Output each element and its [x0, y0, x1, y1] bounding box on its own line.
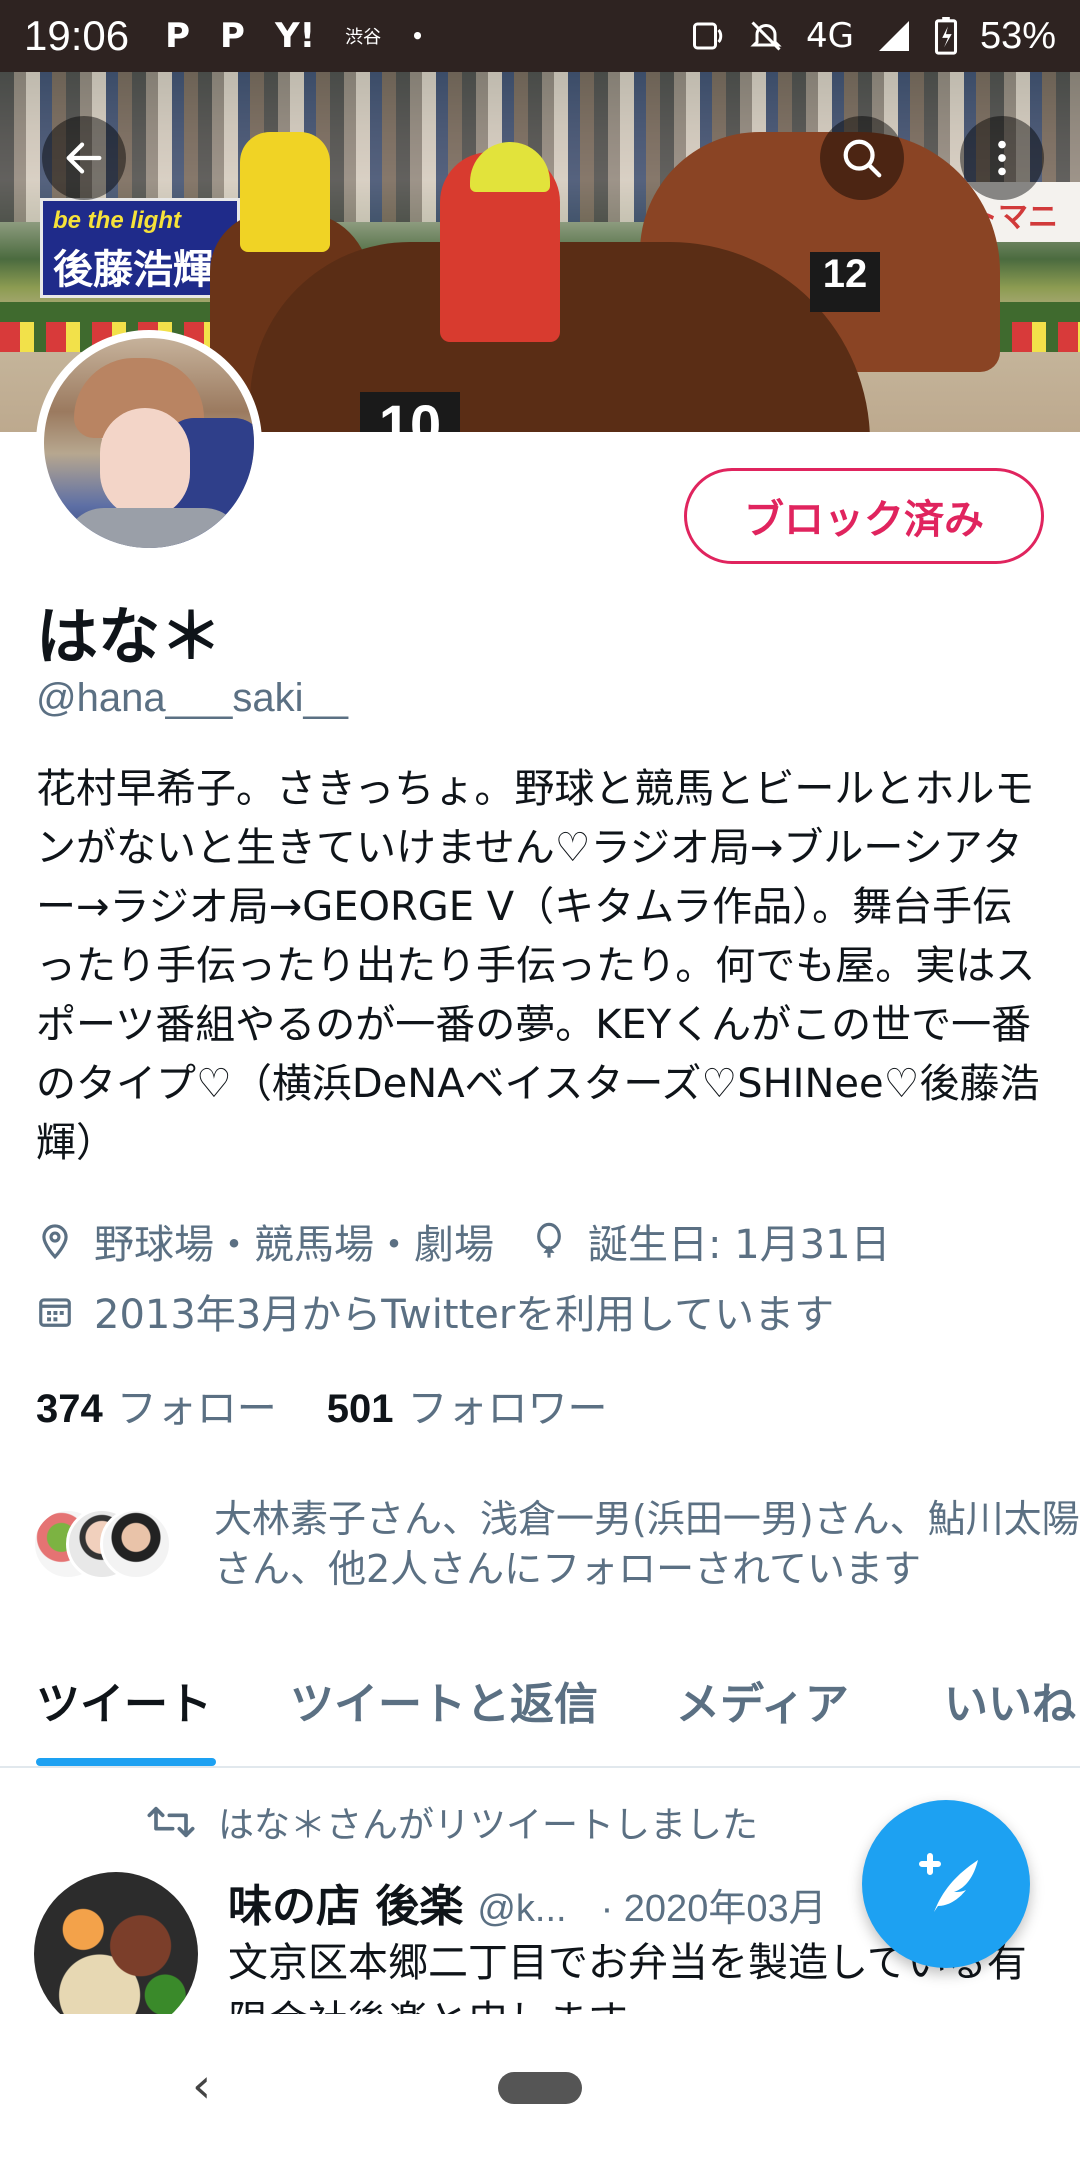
- paypay-notification-icon-2: P: [220, 16, 245, 56]
- arrow-left-icon: [66, 142, 102, 174]
- profile-joined: 2013年3月からTwitterを利用しています: [94, 1292, 835, 1338]
- banner-jockey-yellow: [240, 132, 330, 252]
- search-icon: [843, 139, 882, 178]
- back-button[interactable]: [42, 116, 126, 200]
- balloon-icon: [537, 1222, 561, 1258]
- display-name: はな＊: [36, 600, 223, 673]
- retweet-icon: [147, 1806, 195, 1838]
- network-type: 4G: [805, 16, 854, 56]
- followers-link[interactable]: 501 フォロワー: [327, 1376, 608, 1434]
- paypay-notification-icon: P: [165, 16, 191, 56]
- profile-joined-row: 2013年3月からTwitterを利用しています: [36, 1282, 834, 1340]
- profile-bio: 花村早希子。さきっちょ。野球と競馬とビールとホルモンがないと生きていけません♡ラ…: [36, 766, 1040, 1166]
- tweet-author-handle: @k...: [477, 1888, 567, 1930]
- tab-tweets[interactable]: ツイート: [36, 1668, 212, 1732]
- following-label: フォロー: [116, 1386, 277, 1432]
- retweet-note: はな＊さんがリツイートしました: [218, 1805, 759, 1846]
- profile-birthday: 誕生日: 1月31日: [588, 1222, 891, 1268]
- avatar: [100, 1508, 172, 1580]
- profile-location: 野球場・競馬場・劇場: [94, 1222, 494, 1268]
- yahoo-notification-icon: Y!: [274, 16, 316, 56]
- active-tab-indicator: [36, 1758, 216, 1766]
- profile-tabs: ツイート ツイートと返信 メディア いいね: [0, 1648, 1080, 1768]
- following-link[interactable]: 374 フォロー: [36, 1376, 277, 1434]
- tweet-author-avatar[interactable]: [34, 1872, 198, 2036]
- shibuya-notification-icon: 渋谷: [345, 27, 382, 48]
- status-time: 19:06: [24, 12, 130, 59]
- banner-sign-line1: be the light: [53, 207, 181, 234]
- mute-bell-icon: [750, 21, 782, 51]
- follow-stats: 374 フォロー 501 フォロワー: [36, 1376, 608, 1434]
- following-count: 374: [36, 1387, 103, 1431]
- blocked-button[interactable]: ブロック済み: [684, 468, 1044, 564]
- avatar-hoodie: [64, 508, 244, 548]
- profile-avatar[interactable]: [36, 330, 262, 556]
- more-notifications-dot: •: [411, 24, 424, 48]
- compose-tweet-button[interactable]: [862, 1800, 1030, 1968]
- tweet-header: 味の店 後楽 @k... · 2020年03月: [228, 1870, 827, 1934]
- tab-tweets-and-replies[interactable]: ツイートと返信: [290, 1668, 598, 1732]
- notification-icons: P P Y! 渋谷 •: [165, 16, 424, 56]
- system-navigation-bar: ‹: [0, 2014, 1080, 2160]
- calendar-icon: [39, 1298, 71, 1327]
- compose-tweet-icon: [919, 1853, 978, 1912]
- followed-by-avatars: [32, 1508, 172, 1588]
- battery-percent: 53%: [979, 14, 1056, 57]
- followers-label: フォロワー: [407, 1386, 608, 1432]
- more-vertical-icon: [998, 140, 1006, 176]
- retweet-context: はな＊さんがリツイートしました: [146, 1796, 758, 1848]
- nfc-icon: [692, 22, 723, 50]
- tab-likes[interactable]: いいね: [944, 1668, 1076, 1732]
- banner-saddle-cloth-2: 12: [810, 252, 880, 312]
- battery-charging-icon: [934, 17, 957, 55]
- signal-icon: [878, 21, 909, 51]
- banner-saddle-cloth: 10: [360, 392, 460, 432]
- location-pin-icon: [42, 1224, 68, 1260]
- banner-sign-line2: 後藤浩輝: [53, 247, 213, 293]
- user-handle: @hana___saki__: [36, 676, 348, 720]
- tab-media[interactable]: メディア: [676, 1668, 849, 1732]
- tweet-date: · 2020年03月: [600, 1888, 827, 1930]
- profile-meta-row: 野球場・競馬場・劇場 誕生日: 1月31日: [36, 1212, 891, 1270]
- system-status-icons: 4G 53%: [690, 15, 1056, 58]
- search-button[interactable]: [820, 116, 904, 200]
- followers-count: 501: [326, 1387, 394, 1431]
- status-bar: 19:06 P P Y! 渋谷 • 4G 53%: [0, 0, 1080, 72]
- tweet-author-name[interactable]: 味の店 後楽: [228, 1870, 463, 1934]
- system-back-button[interactable]: ‹: [192, 2058, 211, 2114]
- home-gesture-pill[interactable]: [498, 2072, 582, 2104]
- more-options-button[interactable]: [960, 116, 1044, 200]
- followed-by-row[interactable]: 大林素子さん、浅倉一男(浜田一男)さん、鮎川太陽さん、他2人さんにフォローされて…: [32, 1494, 1080, 1594]
- followed-by-text: 大林素子さん、浅倉一男(浜田一男)さん、鮎川太陽さん、他2人さんにフォローされて…: [214, 1497, 1080, 1591]
- avatar-face: [100, 408, 190, 518]
